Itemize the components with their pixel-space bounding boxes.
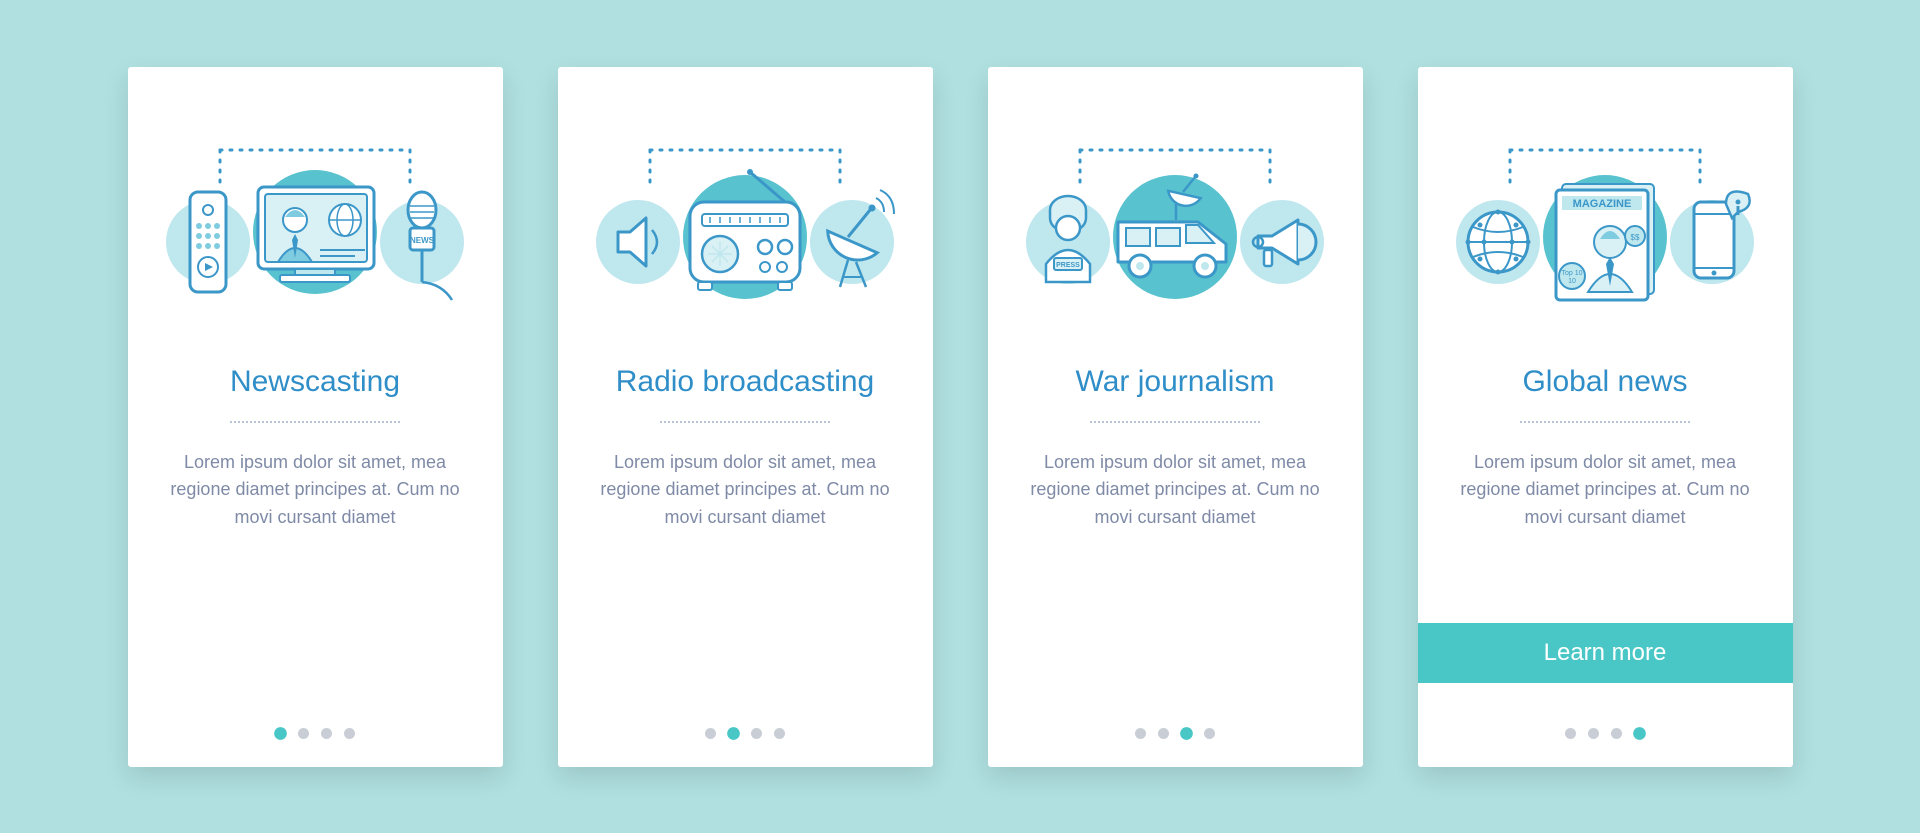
pager-dot[interactable] bbox=[344, 728, 355, 739]
onboarding-card-global: MAGAZINE $$ Top 10 10 bbox=[1418, 67, 1793, 767]
card-body: Lorem ipsum dolor sit amet, mea regione … bbox=[1454, 449, 1757, 533]
illustration: NEWS bbox=[164, 117, 467, 337]
pager-dot[interactable] bbox=[298, 728, 309, 739]
illustration: MAGAZINE $$ Top 10 10 bbox=[1454, 117, 1757, 337]
pager-dot[interactable] bbox=[1180, 727, 1193, 740]
remote-icon bbox=[166, 192, 250, 292]
pager-dot[interactable] bbox=[1158, 728, 1169, 739]
radio-icon bbox=[683, 169, 807, 299]
divider bbox=[230, 421, 400, 423]
pager bbox=[558, 728, 933, 739]
pager bbox=[988, 728, 1363, 739]
onboarding-card-newscasting: NEWS Newscasting Lorem ipsum dolor sit a… bbox=[128, 67, 503, 767]
pager-dot[interactable] bbox=[727, 727, 740, 740]
pager-dot[interactable] bbox=[774, 728, 785, 739]
pager-dot[interactable] bbox=[1565, 728, 1576, 739]
pager-dot[interactable] bbox=[321, 728, 332, 739]
onboarding-stage: NEWS Newscasting Lorem ipsum dolor sit a… bbox=[128, 67, 1793, 767]
pager-dot[interactable] bbox=[1633, 727, 1646, 740]
globe-icon bbox=[1456, 200, 1540, 284]
pager bbox=[1418, 728, 1793, 739]
divider bbox=[1090, 421, 1260, 423]
satellite-dish-icon bbox=[810, 190, 894, 287]
illustration bbox=[594, 117, 897, 337]
pager bbox=[128, 728, 503, 739]
pager-dot[interactable] bbox=[274, 727, 287, 740]
illustration: PRESS bbox=[1024, 117, 1327, 337]
megaphone-icon bbox=[1240, 200, 1324, 284]
pager-dot[interactable] bbox=[1588, 728, 1599, 739]
card-title: Newscasting bbox=[230, 365, 400, 399]
svg-text:Top 10: Top 10 bbox=[1561, 270, 1582, 277]
pager-dot[interactable] bbox=[705, 728, 716, 739]
card-title: Radio broadcasting bbox=[616, 365, 875, 399]
pager-dot[interactable] bbox=[1135, 728, 1146, 739]
svg-text:$$: $$ bbox=[1631, 233, 1640, 242]
news-van-icon bbox=[1113, 173, 1237, 299]
card-title: War journalism bbox=[1076, 365, 1275, 399]
divider bbox=[1520, 421, 1690, 423]
pager-dot[interactable] bbox=[1204, 728, 1215, 739]
onboarding-card-radio: Radio broadcasting Lorem ipsum dolor sit… bbox=[558, 67, 933, 767]
card-body: Lorem ipsum dolor sit amet, mea regione … bbox=[164, 449, 467, 533]
svg-text:NEWS: NEWS bbox=[410, 236, 435, 245]
onboarding-card-war: PRESS bbox=[988, 67, 1363, 767]
svg-text:MAGAZINE: MAGAZINE bbox=[1573, 198, 1632, 210]
card-body: Lorem ipsum dolor sit amet, mea regione … bbox=[1024, 449, 1327, 533]
press-reporter-icon: PRESS bbox=[1026, 196, 1110, 284]
speaker-icon bbox=[596, 200, 680, 284]
pager-dot[interactable] bbox=[751, 728, 762, 739]
card-title: Global news bbox=[1522, 365, 1687, 399]
divider bbox=[660, 421, 830, 423]
tv-anchor-icon bbox=[253, 170, 377, 294]
news-mic-icon: NEWS bbox=[380, 192, 464, 300]
learn-more-button[interactable]: Learn more bbox=[1418, 623, 1793, 683]
magazine-icon: MAGAZINE $$ Top 10 10 bbox=[1543, 175, 1667, 300]
svg-text:PRESS: PRESS bbox=[1056, 262, 1080, 269]
card-body: Lorem ipsum dolor sit amet, mea regione … bbox=[594, 449, 897, 533]
svg-text:10: 10 bbox=[1568, 278, 1576, 285]
pager-dot[interactable] bbox=[1611, 728, 1622, 739]
phone-info-icon bbox=[1670, 191, 1754, 283]
